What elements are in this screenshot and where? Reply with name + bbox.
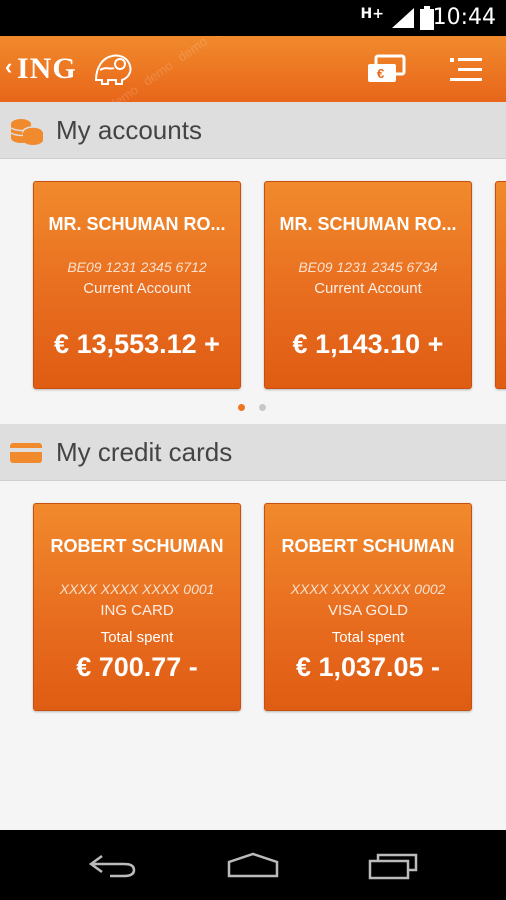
ing-logo[interactable]: ING bbox=[17, 52, 77, 86]
card-holder-name: ROBERT SCHUMAN bbox=[281, 536, 455, 556]
app-bar: demo demo demo demo demo demo demo demo … bbox=[0, 36, 506, 102]
lion-logo-icon bbox=[92, 50, 134, 91]
clock: 10:44 bbox=[432, 5, 496, 30]
account-balance: € 13,553.12 + bbox=[54, 329, 220, 359]
back-icon[interactable] bbox=[88, 852, 138, 883]
card-number: XXXX XXXX XXXX 0001 bbox=[59, 581, 215, 597]
system-nav-bar bbox=[0, 830, 506, 900]
card-number: XXXX XXXX XXXX 0002 bbox=[290, 581, 446, 597]
account-card[interactable]: MR. SCHUMAN RO... BE09 1231 2345 6712 Cu… bbox=[33, 181, 241, 389]
total-spent-label: Total spent bbox=[100, 629, 174, 646]
signal-icon bbox=[392, 8, 414, 33]
status-bar: H+ 10:44 bbox=[0, 0, 506, 36]
total-spent-amount: € 1,037.05 - bbox=[295, 652, 441, 682]
account-card-peek[interactable] bbox=[495, 181, 506, 389]
account-number: BE09 1231 2345 6712 bbox=[67, 259, 207, 275]
credit-card-icon bbox=[10, 443, 42, 470]
pager-dot bbox=[259, 404, 266, 411]
coins-icon bbox=[10, 116, 44, 151]
back-chevron-icon[interactable]: ‹ bbox=[5, 54, 12, 80]
recent-apps-icon[interactable] bbox=[368, 852, 420, 885]
account-holder-name: MR. SCHUMAN RO... bbox=[48, 214, 226, 234]
card-holder-name: ROBERT SCHUMAN bbox=[50, 536, 224, 556]
account-type: Current Account bbox=[314, 280, 422, 297]
svg-text:€: € bbox=[377, 66, 384, 81]
card-type: VISA GOLD bbox=[327, 602, 409, 619]
account-holder-name: MR. SCHUMAN RO... bbox=[279, 214, 457, 234]
my-credit-cards-header: My credit cards bbox=[0, 424, 506, 481]
pager-dot-active bbox=[238, 404, 245, 411]
accounts-carousel[interactable]: MR. SCHUMAN RO... BE09 1231 2345 6712 Cu… bbox=[0, 159, 506, 424]
credit-card-tile[interactable]: ROBERT SCHUMAN XXXX XXXX XXXX 0002 VISA … bbox=[264, 503, 472, 711]
account-type: Current Account bbox=[83, 280, 191, 297]
home-icon[interactable] bbox=[226, 852, 280, 883]
card-type: ING CARD bbox=[100, 602, 174, 619]
cash-transfer-button[interactable]: € bbox=[366, 54, 406, 91]
credit-cards-list: ROBERT SCHUMAN XXXX XXXX XXXX 0001 ING C… bbox=[0, 481, 506, 830]
total-spent-amount: € 700.77 - bbox=[76, 652, 198, 682]
network-type: H+ bbox=[360, 6, 384, 22]
credit-card-tile[interactable]: ROBERT SCHUMAN XXXX XXXX XXXX 0001 ING C… bbox=[33, 503, 241, 711]
account-card[interactable]: MR. SCHUMAN RO... BE09 1231 2345 6734 Cu… bbox=[264, 181, 472, 389]
my-accounts-header: My accounts bbox=[0, 102, 506, 159]
account-number: BE09 1231 2345 6734 bbox=[298, 259, 438, 275]
account-balance: € 1,143.10 + bbox=[292, 329, 444, 359]
section-title: My accounts bbox=[56, 115, 202, 145]
total-spent-label: Total spent bbox=[331, 629, 405, 646]
menu-icon[interactable] bbox=[448, 56, 484, 89]
section-title: My credit cards bbox=[56, 437, 233, 467]
